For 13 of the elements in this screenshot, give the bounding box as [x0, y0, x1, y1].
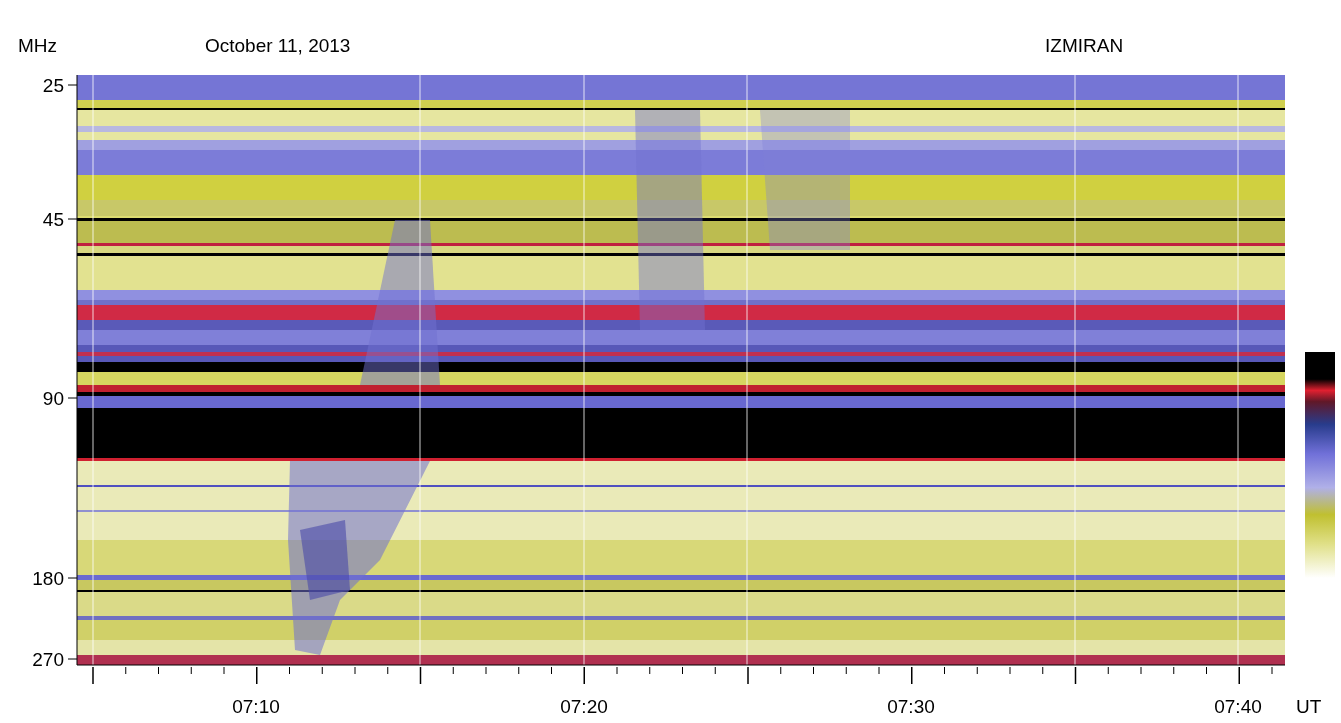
frequency-tick-label: 90 — [42, 388, 64, 409]
frequency-unit-label: MHz — [18, 35, 58, 56]
time-tick-label: 07:30 — [887, 696, 935, 717]
frequency-tick-label: 270 — [32, 649, 64, 670]
frequency-tick-label: 180 — [32, 568, 64, 589]
time-tick-label: 07:10 — [232, 696, 280, 717]
observatory-label: IZMIRAN — [1045, 35, 1124, 56]
date-label: October 11, 2013 — [205, 35, 351, 56]
frequency-tick-label: 45 — [42, 209, 64, 230]
time-tick-label: 07:20 — [560, 696, 608, 717]
time-tick-label: 07:40 — [1214, 696, 1262, 717]
time-unit-label: UT — [1296, 696, 1322, 717]
frequency-tick-label: 25 — [42, 75, 64, 96]
